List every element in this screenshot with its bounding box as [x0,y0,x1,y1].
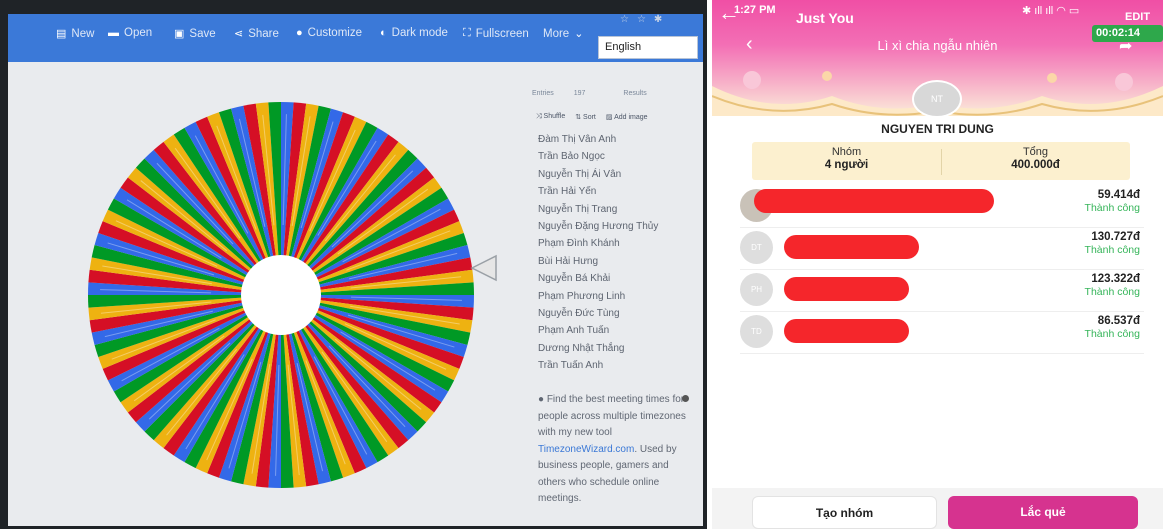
shuffle-button[interactable]: ⤨ Shuffle [536,113,565,121]
browser-icons: ☆☆✱ [620,14,671,25]
photo-left-panel: ▤ New ▬ Open ▣ Save ⋖ Share ● Customize ◐ Dark… [0,0,707,529]
document-icon: ▤ [56,28,67,40]
recipient-status: Thành công [1084,244,1140,256]
entry-name[interactable]: Trần Tuấn Anh [538,357,698,371]
entries-list[interactable]: Đàm Thị Vân Anh Trần Bảo Ngọc Nguyễn Thị Á… [538,131,698,371]
wheel-center[interactable] [241,255,321,335]
language-select[interactable]: English [598,36,698,59]
recipient-amount: 59.414đ [1097,189,1140,201]
entry-name[interactable]: Nguyễn Thị Ái Vân [538,166,698,183]
sort-button[interactable]: ⇅ Sort [575,113,596,121]
moon-icon: ◐ [380,27,387,39]
entry-name[interactable]: Phạm Phương Linh [538,288,698,305]
fullscreen-button[interactable]: ⛶ Fullscreen [463,27,529,40]
save-icon: ▣ [174,28,185,40]
spin-wheel[interactable] [86,99,476,491]
recipient-avatar: PH [740,273,773,306]
edit-button[interactable]: EDIT [1125,11,1150,23]
entry-name[interactable]: Trần Bảo Ngọc [538,148,698,165]
shake-button[interactable]: Lắc quẻ [948,496,1138,529]
customize-button[interactable]: ● Customize [296,27,362,39]
palette-icon: ● [296,27,303,39]
ad-text: ● Find the best meeting times for people… [538,394,686,504]
redacted-name [784,319,909,343]
open-button[interactable]: ▬ Open [108,27,152,39]
recipient-avatar: TD [740,315,773,348]
entry-tools: ⤨ Shuffle ⇅ Sort ▨ Add image [536,113,648,121]
entry-name[interactable]: Nguyễn Đặng Hương Thủy [538,218,698,235]
total-stat: Tổng 400.000đ [1011,146,1060,171]
summary-box: Nhóm 4 người Tổng 400.000đ [752,142,1130,180]
chevron-down-icon: ⌄ [574,28,584,40]
entry-name[interactable]: Trần Hải Yến [538,183,698,200]
entry-name[interactable]: Nguyễn Bá Khải [538,270,698,287]
create-group-button[interactable]: Tạo nhóm [752,496,937,529]
recipient-status: Thành công [1084,202,1140,214]
entry-name[interactable]: Phạm Đình Khánh [538,235,698,252]
save-button[interactable]: ▣ Save [174,27,216,41]
recipient-status: Thành công [1084,286,1140,298]
recipient-row: 59.414đ Thành công [740,184,1144,228]
ad-close-icon[interactable] [682,395,689,402]
entry-name[interactable]: Phạm Anh Tuấn [538,322,698,339]
entry-name[interactable]: Đàm Thị Vân Anh [538,131,698,148]
redacted-name [784,277,909,301]
recipient-row: TD 86.537đ Thành công [740,310,1144,354]
redacted-name [754,189,994,213]
entry-name[interactable]: Dương Nhật Thắng [538,340,698,357]
recipient-row: PH 123.322đ Thành công [740,268,1144,312]
status-icons: ✱ ıll ıll ◠ ▭ [1022,5,1080,17]
fullscreen-icon: ⛶ [463,27,471,39]
sender-name: NGUYEN TRI DUNG [881,122,994,136]
recipient-amount: 123.322đ [1091,273,1140,285]
folder-icon: ▬ [108,27,119,39]
info-icon: ● [538,394,545,405]
wheel-svg[interactable] [86,99,476,491]
recipient-amount: 86.537đ [1097,315,1140,327]
group-stat: Nhóm 4 người [824,146,869,171]
status-time: 1:27 PM [734,4,776,16]
timezone-wizard-link[interactable]: TimezoneWizard.com [538,444,634,455]
entries-count: 197 [573,90,586,97]
wheel-pointer-icon [470,254,497,282]
recipient-avatar: DT [740,231,773,264]
recipient-amount: 130.727đ [1091,231,1140,243]
entry-name[interactable]: Nguyễn Thị Trang [538,201,698,218]
add-image-button[interactable]: ▨ Add image [606,113,648,121]
recipient-row: DT 130.727đ Thành công [740,226,1144,270]
results-tab[interactable]: Results [623,90,646,97]
share-icon: ⋖ [234,28,244,40]
entries-tabs: Entries 197 Results [532,90,665,97]
entry-name[interactable]: Nguyễn Đức Tùng [538,305,698,322]
entry-name[interactable]: Bùi Hải Hưng [538,253,698,270]
page-title: Lì xì chia ngẫu nhiên [877,38,998,53]
recipient-status: Thành công [1084,328,1140,340]
entries-tab[interactable]: Entries 197 [532,90,603,97]
phone-panel: ← 1:27 PM Just You ✱ ıll ıll ◠ ▭ EDIT 00… [712,0,1163,529]
more-menu[interactable]: More ⌄ [543,27,584,41]
sender-avatar: NT [912,80,962,118]
chat-name: Just You [796,10,854,26]
new-button[interactable]: ▤ New [56,27,94,41]
redacted-name [784,235,919,259]
share-icon[interactable]: ➦ [1119,36,1132,56]
share-button[interactable]: ⋖ Share [234,27,279,41]
dark-mode-button[interactable]: ◐ Dark mode [380,27,448,39]
